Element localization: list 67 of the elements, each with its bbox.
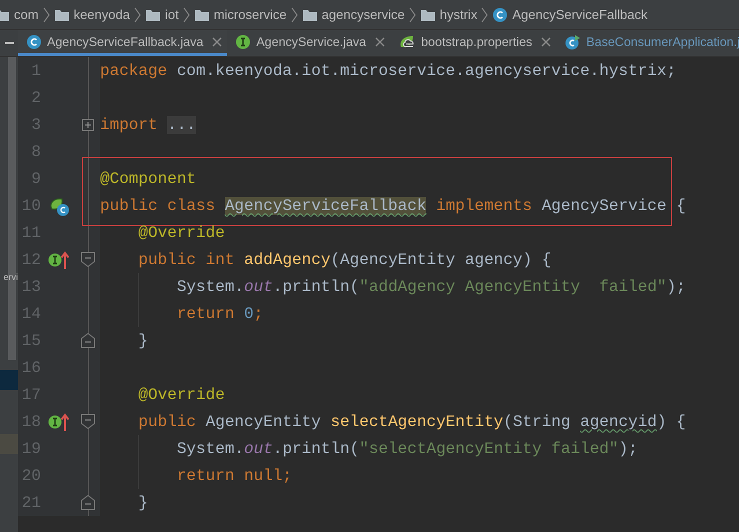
leaf-class-icon[interactable]: [48, 196, 68, 216]
code-token: AgencyService {: [542, 196, 686, 214]
chevron-icon: [408, 6, 416, 22]
code-token: package: [100, 62, 168, 80]
minimize-icon: [4, 42, 14, 44]
code-token: ) {: [656, 412, 686, 430]
class-run-icon: [564, 34, 582, 50]
breadcrumb-item[interactable]: microservice: [214, 7, 287, 22]
code-token: AgencyEntity: [206, 412, 322, 430]
chevron-icon: [182, 6, 190, 22]
code-token: .println(: [272, 440, 360, 458]
chevron-icon: [290, 6, 298, 22]
code-token: .println(: [272, 278, 360, 296]
breadcrumb-item[interactable]: AgencyServiceFallback: [512, 7, 648, 22]
close-icon[interactable]: [212, 36, 222, 46]
code-token: );: [666, 278, 686, 296]
code-token: }: [137, 494, 148, 512]
code-token: agencyid: [580, 412, 657, 430]
fold-icon[interactable]: [81, 495, 95, 510]
code-token: public class: [100, 196, 216, 214]
code-token: System.: [176, 440, 244, 458]
breadcrumb-item[interactable]: iot: [164, 7, 179, 22]
close-icon[interactable]: [541, 36, 552, 46]
code-token: out: [244, 278, 273, 296]
tree-item[interactable]: ervi: [3, 272, 18, 282]
folded-code[interactable]: ...: [167, 116, 196, 134]
code-token: }: [137, 332, 148, 350]
chevron-icon: [481, 6, 488, 22]
code-token: import: [100, 116, 159, 134]
code-token: (AgencyEntity agency) {: [330, 250, 552, 268]
code-token: selectAgencyEntity: [330, 412, 504, 430]
chevron-icon: [134, 6, 141, 22]
code-token: "addAgency AgencyEntity failed": [359, 278, 667, 296]
code-token: @Override: [137, 386, 225, 404]
breadcrumb-item[interactable]: keenyoda: [74, 7, 130, 22]
code-token: implements: [435, 196, 534, 214]
code-token: ;: [254, 304, 264, 322]
class-icon: [26, 34, 42, 50]
code-token: com.keenyoda.iot.microservice.agencyservice.hystrix;: [176, 62, 676, 80]
code-token: out: [244, 440, 273, 458]
code-token: "selectAgencyEntity failed": [359, 440, 619, 458]
code-token: public: [137, 412, 198, 430]
expand-icon[interactable]: [82, 118, 94, 130]
code-token: return null;: [176, 466, 292, 484]
code-token: addAgency: [244, 250, 330, 268]
code-token: return: [176, 304, 236, 322]
breadcrumb-item[interactable]: hystrix: [440, 7, 478, 22]
code-token: @Component: [100, 170, 196, 188]
interface-up-arrow-icon[interactable]: [48, 412, 69, 432]
code-token: 0: [244, 304, 254, 322]
interface-up-arrow-icon[interactable]: [48, 250, 69, 270]
code-token: System.: [176, 278, 244, 296]
leaf-cloud-icon: [398, 34, 416, 50]
breadcrumb-item[interactable]: com: [14, 7, 39, 22]
fold-icon[interactable]: [81, 414, 95, 429]
code-token: (String: [503, 412, 572, 430]
close-icon[interactable]: [375, 36, 386, 46]
code-token: @Override: [137, 224, 225, 242]
interface-icon: [235, 34, 252, 50]
code-token: public int: [137, 250, 236, 268]
code-token: AgencyServiceFallback: [224, 196, 426, 214]
breadcrumb-item[interactable]: agencyservice: [322, 7, 405, 22]
class-icon: [492, 6, 508, 22]
fold-icon[interactable]: [81, 252, 95, 267]
chevron-icon: [42, 6, 50, 22]
code-token: );: [618, 440, 638, 458]
fold-icon[interactable]: [81, 333, 95, 348]
